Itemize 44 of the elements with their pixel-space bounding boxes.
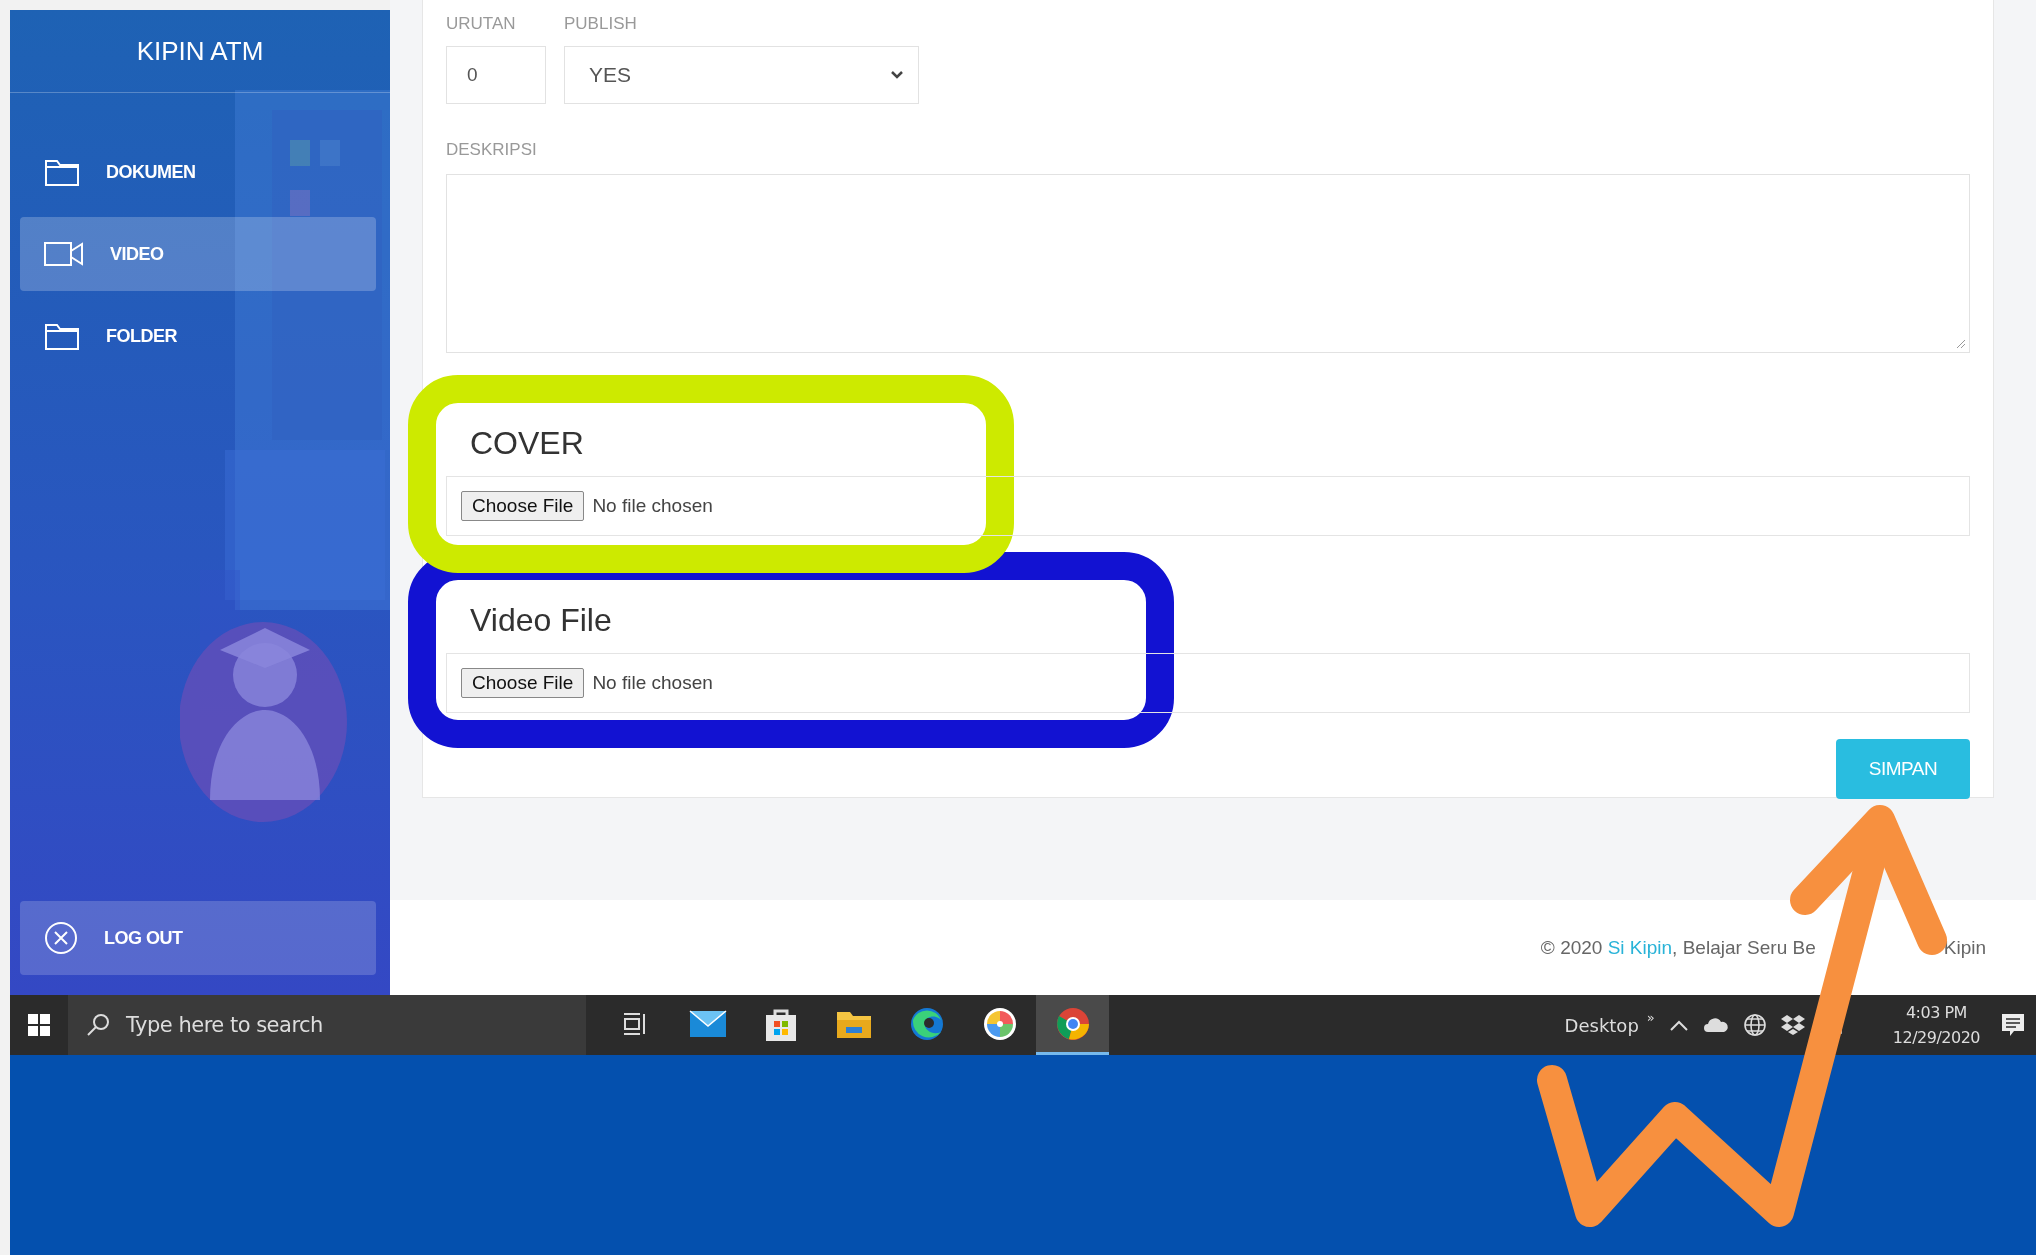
- resize-grip-icon: [1956, 339, 1966, 349]
- chevron-down-icon: [890, 70, 904, 80]
- clock[interactable]: 4:03 PM 12/29/2020: [1886, 1002, 1986, 1048]
- color-wheel-icon: [982, 1006, 1017, 1041]
- app-title: KIPIN ATM: [136, 35, 264, 67]
- logout-button[interactable]: LOG OUT: [20, 901, 376, 975]
- textarea-field[interactable]: [446, 174, 1970, 353]
- choose-file-button[interactable]: Choose File: [461, 668, 585, 698]
- cloud-icon[interactable]: [1702, 1017, 1729, 1033]
- footer-text: Kipin: [1943, 936, 1986, 959]
- search-placeholder: Type here to search: [126, 1013, 323, 1037]
- section-heading: Video File: [469, 602, 612, 640]
- box-icon[interactable]: [1780, 1014, 1805, 1036]
- file-input[interactable]: Choose File No file chosen: [446, 476, 1970, 536]
- mail-icon: [688, 1009, 727, 1038]
- field-label: DESKRIPSI: [446, 140, 538, 160]
- file-status: No file chosen: [592, 672, 713, 694]
- notification-icon[interactable]: [2000, 1012, 2026, 1038]
- desktop-label[interactable]: Desktop: [1564, 1014, 1639, 1036]
- sidebar-item[interactable]: VIDEO: [20, 217, 376, 291]
- search-field[interactable]: Type here to search: [68, 995, 586, 1055]
- more-chevron[interactable]: »: [1646, 1010, 1655, 1025]
- folder-icon: [44, 321, 80, 351]
- choose-file-button[interactable]: Choose File: [461, 491, 585, 521]
- sidebar-item[interactable]: DOKUMEN: [20, 135, 376, 209]
- file-status: No file chosen: [592, 495, 713, 517]
- task-view-icon: [621, 1010, 648, 1037]
- field-label: URUTAN: [446, 14, 517, 34]
- file-input[interactable]: Choose File No file chosen: [446, 653, 1970, 713]
- field-label: PUBLISH: [564, 14, 638, 34]
- chevron-up-icon[interactable]: [1668, 1019, 1689, 1031]
- browser-icon: [908, 1005, 945, 1042]
- section-heading: COVER: [469, 425, 584, 463]
- video-camera-icon: [44, 241, 84, 267]
- folder-icon: [44, 157, 80, 187]
- windows-icon: [28, 1014, 50, 1036]
- globe-icon[interactable]: [1742, 1013, 1767, 1037]
- input-field[interactable]: 0: [446, 46, 546, 104]
- select-field[interactable]: YES: [564, 46, 919, 104]
- search-icon: [86, 1013, 110, 1037]
- footer-text: © 2020 Si Kipin, Belajar Seru Be: [1540, 936, 1816, 959]
- browser-icon: [1054, 1005, 1091, 1042]
- close-circle-icon: [44, 921, 78, 955]
- sidebar-item[interactable]: FOLDER: [20, 299, 376, 373]
